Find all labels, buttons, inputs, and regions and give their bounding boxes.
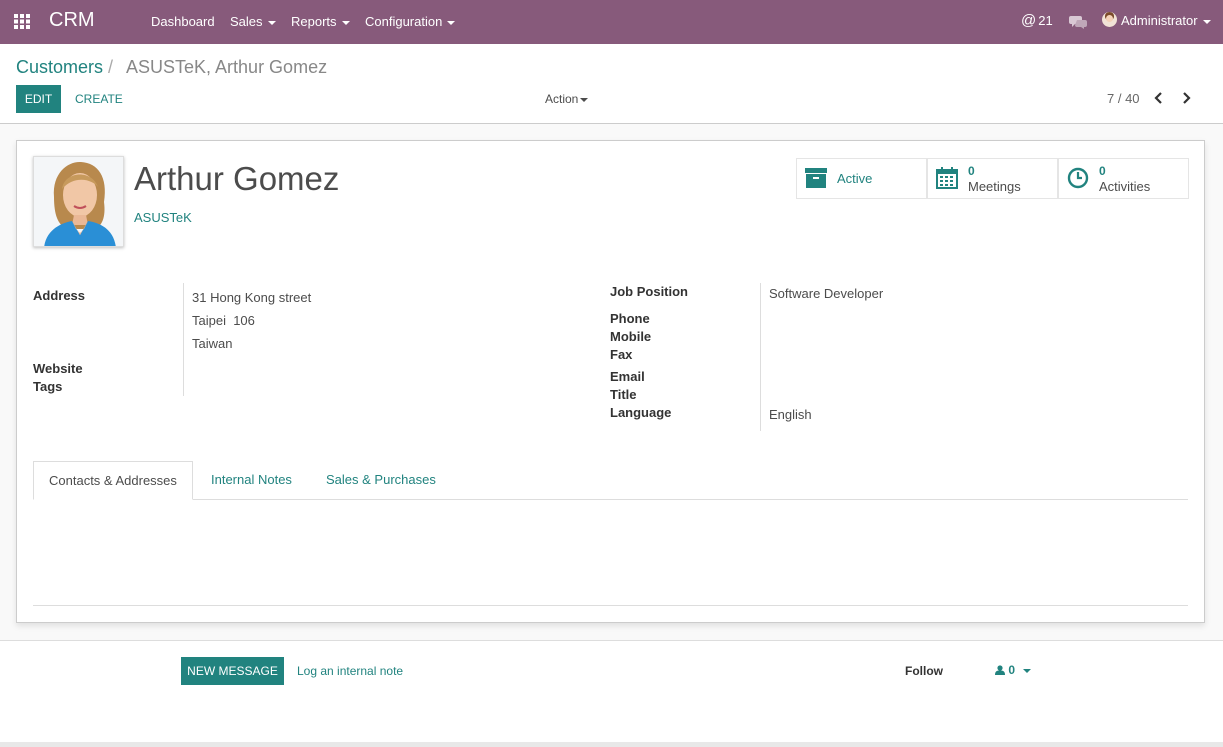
- caret-down-icon: [1202, 19, 1211, 24]
- clock-icon: [1067, 167, 1089, 189]
- top-navbar: CRM Dashboard Sales Reports Configuratio…: [0, 0, 1223, 44]
- field-divider: [760, 283, 761, 431]
- fax-label: Fax: [610, 347, 633, 362]
- tab-sales-purchases[interactable]: Sales & Purchases: [311, 461, 451, 500]
- website-label: Website: [33, 361, 83, 376]
- chevron-right-icon[interactable]: [1180, 91, 1192, 105]
- followers-count: 0: [1008, 663, 1016, 677]
- breadcrumb-current: ASUSTeK, Arthur Gomez: [126, 57, 328, 77]
- archive-icon: [805, 168, 827, 188]
- footer-strip: [0, 742, 1223, 747]
- caret-down-icon: [1023, 668, 1032, 673]
- field-divider: [183, 283, 184, 396]
- menu-sales[interactable]: Sales: [230, 14, 276, 29]
- active-toggle-button[interactable]: Active: [796, 158, 927, 199]
- create-button[interactable]: CREATE: [75, 92, 123, 106]
- app-brand[interactable]: CRM: [49, 9, 95, 32]
- menu-sales-label: Sales: [230, 14, 263, 29]
- at-icon: @: [1021, 12, 1037, 29]
- meetings-count: 0: [968, 164, 975, 178]
- activities-button[interactable]: 0 Activities: [1058, 158, 1189, 199]
- address-street: 31 Hong Kong street: [192, 290, 312, 305]
- active-label: Active: [837, 171, 873, 186]
- action-label: Action: [545, 92, 579, 106]
- menu-dashboard-label: Dashboard: [151, 14, 215, 29]
- language-value: English: [769, 407, 812, 422]
- log-note-link[interactable]: Log an internal note: [297, 664, 403, 678]
- chatter: NEW MESSAGE Log an internal note Follow …: [0, 640, 1223, 742]
- meetings-label: Meetings: [968, 179, 1021, 194]
- menu-reports-label: Reports: [291, 14, 337, 29]
- caret-down-icon: [267, 20, 276, 25]
- action-dropdown[interactable]: Action: [545, 92, 589, 106]
- title-label: Title: [610, 387, 637, 402]
- form-sheet: Arthur Gomez ASUSTeK Active 0 Meetings 0…: [16, 140, 1205, 623]
- pager-value[interactable]: 7 / 40: [1107, 91, 1140, 106]
- tab-content-bottom-divider: [33, 605, 1188, 606]
- control-panel: Customers / ASUSTeK, Arthur Gomez EDIT C…: [0, 44, 1223, 124]
- caret-down-icon: [341, 20, 350, 25]
- activities-label: Activities: [1099, 179, 1151, 194]
- phone-label: Phone: [610, 311, 650, 326]
- menu-configuration[interactable]: Configuration: [365, 14, 456, 29]
- contact-name: Arthur Gomez: [134, 160, 340, 197]
- caret-down-icon: [447, 20, 456, 25]
- mentions-button[interactable]: @21: [1021, 12, 1053, 29]
- calendar-icon: [936, 167, 958, 189]
- apps-menu-icon[interactable]: [14, 14, 31, 29]
- job-position-label: Job Position: [610, 284, 688, 299]
- follow-button[interactable]: Follow: [905, 664, 943, 678]
- followers-dropdown[interactable]: 0: [995, 663, 1032, 677]
- mentions-count: 21: [1038, 13, 1053, 28]
- user-name: Administrator: [1121, 13, 1198, 28]
- user-menu[interactable]: Administrator: [1102, 12, 1211, 28]
- email-label: Email: [610, 369, 645, 384]
- contact-photo[interactable]: [33, 156, 124, 247]
- address-city-zip: Taipei 106: [192, 313, 255, 328]
- tab-contacts-addresses[interactable]: Contacts & Addresses: [33, 461, 193, 500]
- breadcrumb-separator: /: [108, 57, 114, 77]
- user-icon: [995, 665, 1005, 675]
- address-country: Taiwan: [192, 336, 233, 351]
- menu-configuration-label: Configuration: [365, 14, 443, 29]
- tags-label: Tags: [33, 379, 63, 394]
- chat-icon[interactable]: [1069, 15, 1087, 32]
- job-position-value: Software Developer: [769, 286, 884, 301]
- mobile-label: Mobile: [610, 329, 652, 344]
- breadcrumb-customers[interactable]: Customers: [16, 57, 103, 78]
- tab-internal-notes[interactable]: Internal Notes: [196, 461, 307, 500]
- address-label: Address: [33, 288, 86, 303]
- user-avatar: [1102, 12, 1117, 27]
- chevron-left-icon[interactable]: [1153, 91, 1165, 105]
- meetings-button[interactable]: 0 Meetings: [927, 158, 1058, 199]
- activities-count: 0: [1099, 164, 1106, 178]
- language-label: Language: [610, 405, 672, 420]
- edit-button[interactable]: EDIT: [16, 85, 61, 113]
- company-link[interactable]: ASUSTeK: [134, 210, 192, 225]
- menu-dashboard[interactable]: Dashboard: [151, 14, 215, 29]
- menu-reports[interactable]: Reports: [291, 14, 350, 29]
- new-message-button[interactable]: NEW MESSAGE: [181, 657, 284, 685]
- caret-down-icon: [580, 97, 589, 102]
